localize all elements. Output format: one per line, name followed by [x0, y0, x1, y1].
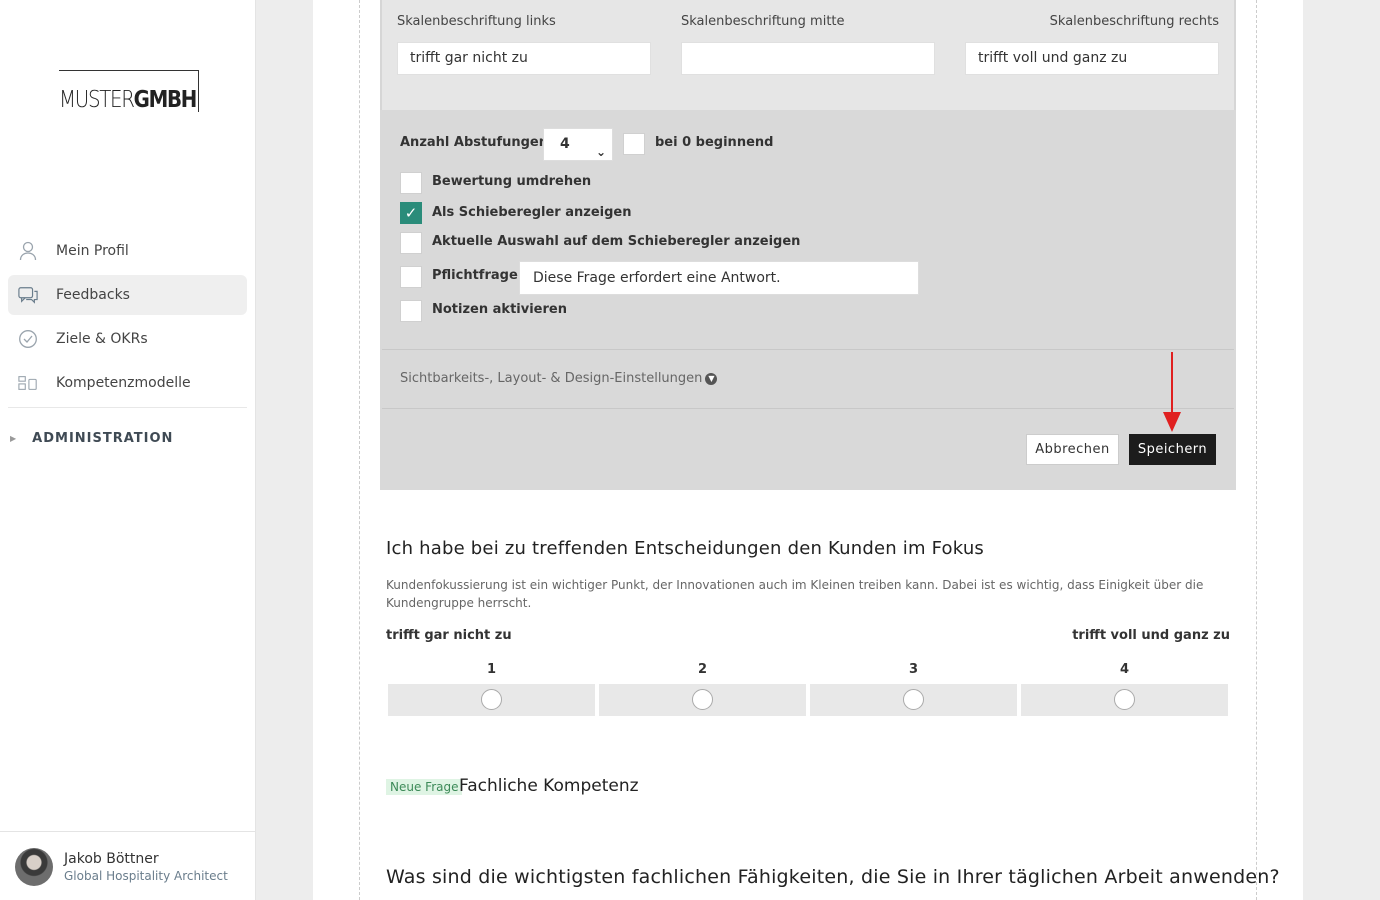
scale-label-right-caption: Skalenbeschriftung rechts	[1049, 14, 1219, 29]
user-icon	[18, 241, 38, 261]
sidebar-item-feedbacks[interactable]: Feedbacks	[8, 275, 247, 315]
notes-label: Notizen aktivieren	[432, 302, 567, 317]
steps-select[interactable]: 4 ⌄	[543, 128, 613, 161]
slider-label: Als Schieberegler anzeigen	[432, 205, 632, 220]
user-name: Jakob Böttner	[64, 851, 159, 867]
chat-icon	[18, 285, 38, 305]
scale-label-right-input[interactable]: trifft voll und ganz zu	[965, 42, 1219, 75]
visibility-settings-label: Sichtbarkeits-, Layout- & Design-Einstel…	[400, 371, 703, 386]
question-description: Kundenfokussierung ist ein wichtiger Pun…	[386, 578, 1204, 610]
steps-label: Anzahl Abstufungen	[400, 135, 549, 150]
chevron-down-icon: ⌄	[595, 145, 606, 159]
scale-option[interactable]	[1021, 684, 1228, 716]
nav-divider	[8, 407, 247, 408]
grid-icon	[18, 373, 38, 393]
logo-text-bold: GMBH	[133, 87, 198, 113]
section-title[interactable]: Fachliche Kompetenz	[459, 776, 639, 796]
annotation-arrow-icon	[1163, 412, 1181, 432]
admin-section-toggle[interactable]: ▶ ADMINISTRATION	[10, 428, 173, 448]
radio-button[interactable]	[692, 689, 713, 710]
scale-left-label: trifft gar nicht zu	[386, 628, 512, 643]
steps-select-value: 4	[560, 136, 570, 152]
slider-value-checkbox[interactable]	[400, 232, 422, 254]
scale-label-middle-caption: Skalenbeschriftung mitte	[681, 14, 845, 29]
divider	[382, 408, 1234, 409]
sidebar-item-label: Mein Profil	[56, 243, 129, 259]
required-label: Pflichtfrage	[432, 268, 518, 283]
sidebar-item-kompetenzmodelle[interactable]: Kompetenzmodelle	[8, 363, 247, 403]
required-checkbox[interactable]	[400, 266, 422, 288]
next-question-title: Was sind die wichtigsten fachlichen Fähi…	[386, 866, 1280, 888]
logo-text-thin: MUSTER	[59, 87, 135, 113]
caret-right-icon: ▶	[10, 433, 17, 443]
zero-start-checkbox[interactable]	[623, 133, 645, 155]
scale-point-label: 1	[486, 662, 497, 677]
user-profile[interactable]: Jakob Böttner Global Hospitality Archite…	[0, 831, 256, 900]
scale-option[interactable]	[810, 684, 1017, 716]
new-question-badge: Neue Frage	[386, 779, 463, 795]
divider	[382, 349, 1234, 350]
sidebar-item-label: Feedbacks	[56, 287, 130, 303]
radio-button[interactable]	[903, 689, 924, 710]
reverse-rating-checkbox[interactable]	[400, 172, 422, 194]
question-editor: Skalenbeschriftung links Skalenbeschrift…	[380, 0, 1236, 490]
radio-button[interactable]	[481, 689, 502, 710]
scale-right-label: trifft voll und ganz zu	[1072, 628, 1230, 643]
scale-label-middle-input[interactable]	[681, 42, 935, 75]
scale-option[interactable]	[388, 684, 595, 716]
avatar	[15, 848, 53, 886]
visibility-settings-toggle[interactable]: Sichtbarkeits-, Layout- & Design-Einstel…	[400, 371, 718, 386]
sidebar-item-mein-profil[interactable]: Mein Profil	[8, 231, 247, 271]
company-logo[interactable]: MUSTERGMBH	[59, 70, 199, 112]
scale-point-label: 3	[908, 662, 919, 677]
scale-point-label: 2	[697, 662, 708, 677]
radio-button[interactable]	[1114, 689, 1135, 710]
zero-start-label: bei 0 beginnend	[655, 135, 774, 150]
notes-checkbox[interactable]	[400, 300, 422, 322]
admin-label: ADMINISTRATION	[32, 430, 174, 446]
scale-point-label: 4	[1119, 662, 1130, 677]
target-check-icon	[18, 329, 38, 349]
reverse-rating-label: Bewertung umdrehen	[432, 174, 592, 189]
cancel-button[interactable]: Abbrechen	[1026, 434, 1119, 465]
main-nav: Mein Profil Feedbacks Ziele & OKRs Kompe…	[8, 231, 247, 408]
scale-label-left-caption: Skalenbeschriftung links	[397, 14, 556, 29]
user-role: Global Hospitality Architect	[64, 869, 228, 883]
save-button[interactable]: Speichern	[1129, 434, 1216, 465]
sidebar-item-ziele-okrs[interactable]: Ziele & OKRs	[8, 319, 247, 359]
required-message-input[interactable]: Diese Frage erfordert eine Antwort.	[519, 261, 919, 295]
chevron-down-circle-icon: ▼	[705, 372, 718, 385]
scale-label-left-input[interactable]: trifft gar nicht zu	[397, 42, 651, 75]
slider-checkbox[interactable]: ✓	[400, 202, 422, 224]
scale-labels-panel: Skalenbeschriftung links Skalenbeschrift…	[380, 0, 1236, 110]
sidebar: MUSTERGMBH Mein Profil Feedbacks Ziele &…	[0, 0, 256, 900]
sidebar-item-label: Ziele & OKRs	[56, 331, 148, 347]
sidebar-item-label: Kompetenzmodelle	[56, 375, 191, 391]
check-icon: ✓	[404, 204, 418, 222]
question-title: Ich habe bei zu treffenden Entscheidunge…	[386, 538, 985, 559]
slider-value-label: Aktuelle Auswahl auf dem Schieberegler a…	[432, 234, 801, 249]
scale-option[interactable]	[599, 684, 806, 716]
annotation-arrow-line	[1171, 352, 1173, 414]
